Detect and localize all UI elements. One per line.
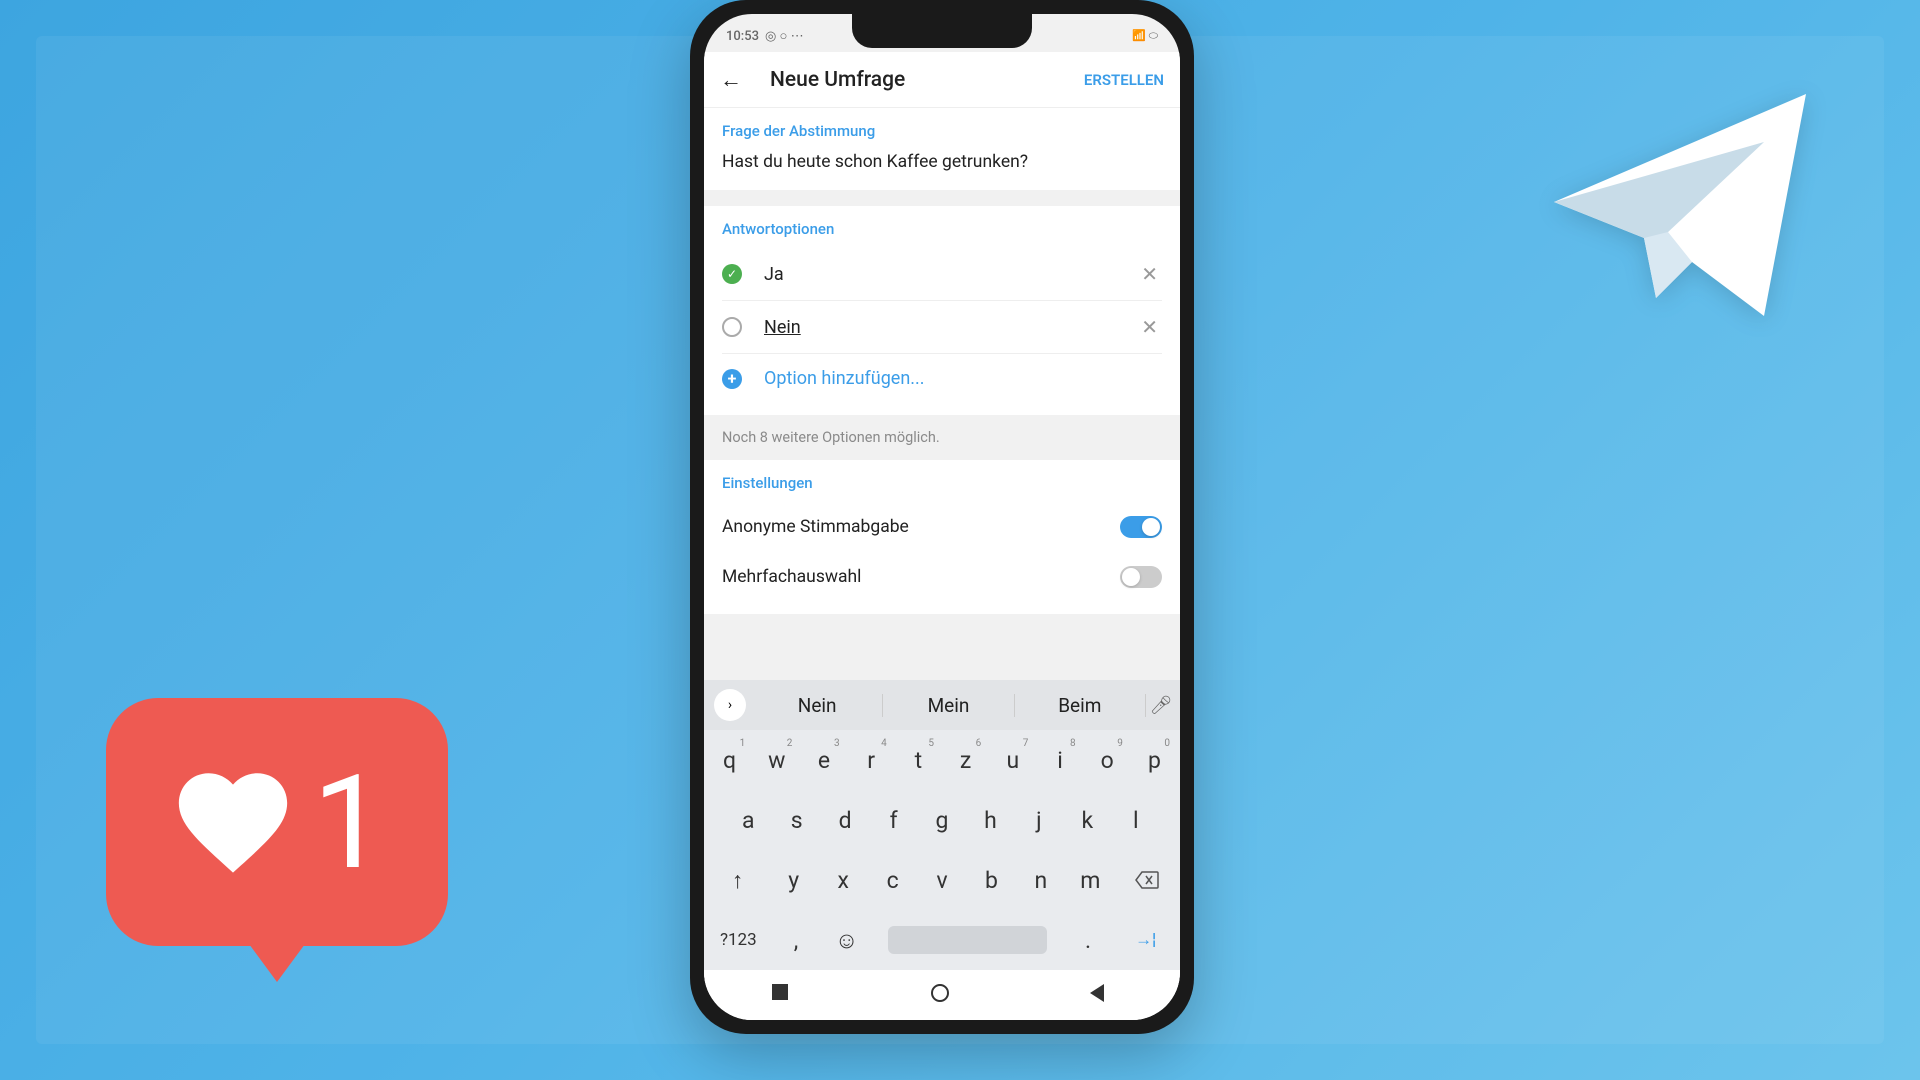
create-button[interactable]: ERSTELLEN: [1084, 71, 1164, 89]
enter-key[interactable]: →¦: [1115, 916, 1176, 964]
options-hint: Noch 8 weitere Optionen möglich.: [704, 415, 1180, 460]
question-label: Frage der Abstimmung: [722, 122, 1162, 140]
android-nav-bar: [704, 970, 1180, 1020]
key-m[interactable]: m: [1068, 856, 1113, 904]
app-header: ← Neue Umfrage ERSTELLEN: [704, 52, 1180, 108]
key-q[interactable]: q1: [708, 736, 751, 784]
numeric-key[interactable]: ?123: [708, 916, 769, 964]
backspace-key[interactable]: [1117, 856, 1176, 904]
check-icon-empty[interactable]: [722, 317, 742, 337]
key-n[interactable]: n: [1018, 856, 1063, 904]
nav-recents[interactable]: [772, 984, 794, 1006]
suggestion-bar: › Nein Mein Beim 🎤︎: [704, 680, 1180, 730]
shift-key[interactable]: ↑: [708, 856, 767, 904]
key-b[interactable]: b: [969, 856, 1014, 904]
option-text[interactable]: Nein: [764, 317, 1137, 338]
nav-home[interactable]: [931, 984, 953, 1006]
heart-icon: [168, 757, 298, 887]
key-r[interactable]: r4: [850, 736, 893, 784]
key-v[interactable]: v: [919, 856, 964, 904]
multi-toggle-row: Mehrfachauswahl: [722, 552, 1162, 602]
key-y[interactable]: y: [771, 856, 816, 904]
key-x[interactable]: x: [820, 856, 865, 904]
option-text[interactable]: Ja: [764, 264, 1137, 285]
phone-screen: 10:53 ◎ ○ ⋯ 📶 ⬭ ← Neue Umfrage ERSTELLEN…: [704, 14, 1180, 1020]
mic-icon[interactable]: 🎤︎: [1146, 695, 1176, 716]
key-f[interactable]: f: [871, 796, 915, 844]
remove-option-icon[interactable]: ✕: [1137, 262, 1162, 286]
period-key[interactable]: .: [1065, 916, 1112, 964]
comma-key[interactable]: ,: [773, 916, 820, 964]
anonymous-toggle[interactable]: [1120, 516, 1162, 538]
emoji-key[interactable]: ☺: [823, 916, 870, 964]
add-option-label[interactable]: Option hinzufügen...: [764, 368, 1162, 389]
key-a[interactable]: a: [726, 796, 770, 844]
key-i[interactable]: i8: [1038, 736, 1081, 784]
key-z[interactable]: z6: [944, 736, 987, 784]
multi-toggle[interactable]: [1120, 566, 1162, 588]
phone-frame: 10:53 ◎ ○ ⋯ 📶 ⬭ ← Neue Umfrage ERSTELLEN…: [690, 0, 1194, 1034]
question-input[interactable]: Hast du heute schon Kaffee getrunken?: [722, 150, 1162, 178]
anonymous-toggle-row: Anonyme Stimmabgabe: [722, 502, 1162, 552]
phone-notch: [852, 14, 1032, 48]
suggestion-2[interactable]: Mein: [883, 694, 1014, 717]
back-button[interactable]: ←: [720, 67, 748, 93]
answers-section: Antwortoptionen ✓ Ja ✕ Nein ✕ + Option h…: [704, 206, 1180, 415]
question-section: Frage der Abstimmung Hast du heute schon…: [704, 108, 1180, 190]
key-l[interactable]: l: [1114, 796, 1158, 844]
status-time: 10:53: [726, 29, 759, 44]
like-count: 1: [312, 746, 385, 899]
settings-section: Einstellungen Anonyme Stimmabgabe Mehrfa…: [704, 460, 1180, 614]
multi-label: Mehrfachauswahl: [722, 567, 861, 587]
key-w[interactable]: w2: [755, 736, 798, 784]
add-option-row[interactable]: + Option hinzufügen...: [722, 354, 1162, 403]
key-t[interactable]: t5: [897, 736, 940, 784]
nav-back[interactable]: [1090, 984, 1112, 1006]
option-row-2[interactable]: Nein ✕: [722, 301, 1162, 354]
key-o[interactable]: o9: [1086, 736, 1129, 784]
answers-label: Antwortoptionen: [722, 220, 1162, 238]
expand-suggestions-icon[interactable]: ›: [714, 689, 746, 721]
status-icon: ◎ ○ ⋯: [765, 28, 804, 44]
like-badge: 1: [106, 698, 448, 946]
key-u[interactable]: u7: [991, 736, 1034, 784]
settings-label: Einstellungen: [722, 474, 1162, 492]
space-key[interactable]: [874, 916, 1061, 964]
key-p[interactable]: p0: [1133, 736, 1176, 784]
page-title: Neue Umfrage: [770, 68, 1084, 92]
check-icon[interactable]: ✓: [722, 264, 742, 284]
key-g[interactable]: g: [920, 796, 964, 844]
anonymous-label: Anonyme Stimmabgabe: [722, 517, 909, 537]
telegram-plane-icon: [1500, 58, 1860, 358]
key-j[interactable]: j: [1017, 796, 1061, 844]
key-e[interactable]: e3: [802, 736, 845, 784]
key-d[interactable]: d: [823, 796, 867, 844]
key-s[interactable]: s: [774, 796, 818, 844]
key-k[interactable]: k: [1065, 796, 1109, 844]
suggestion-1[interactable]: Nein: [752, 694, 883, 717]
suggestion-3[interactable]: Beim: [1015, 694, 1146, 717]
option-row-1[interactable]: ✓ Ja ✕: [722, 248, 1162, 301]
remove-option-icon[interactable]: ✕: [1137, 315, 1162, 339]
key-h[interactable]: h: [968, 796, 1012, 844]
key-c[interactable]: c: [870, 856, 915, 904]
keyboard: › Nein Mein Beim 🎤︎ q1w2e3r4t5z6u7i8o9p0…: [704, 680, 1180, 1020]
signal-icon: 📶 ⬭: [1132, 29, 1158, 43]
plus-icon[interactable]: +: [722, 369, 742, 389]
